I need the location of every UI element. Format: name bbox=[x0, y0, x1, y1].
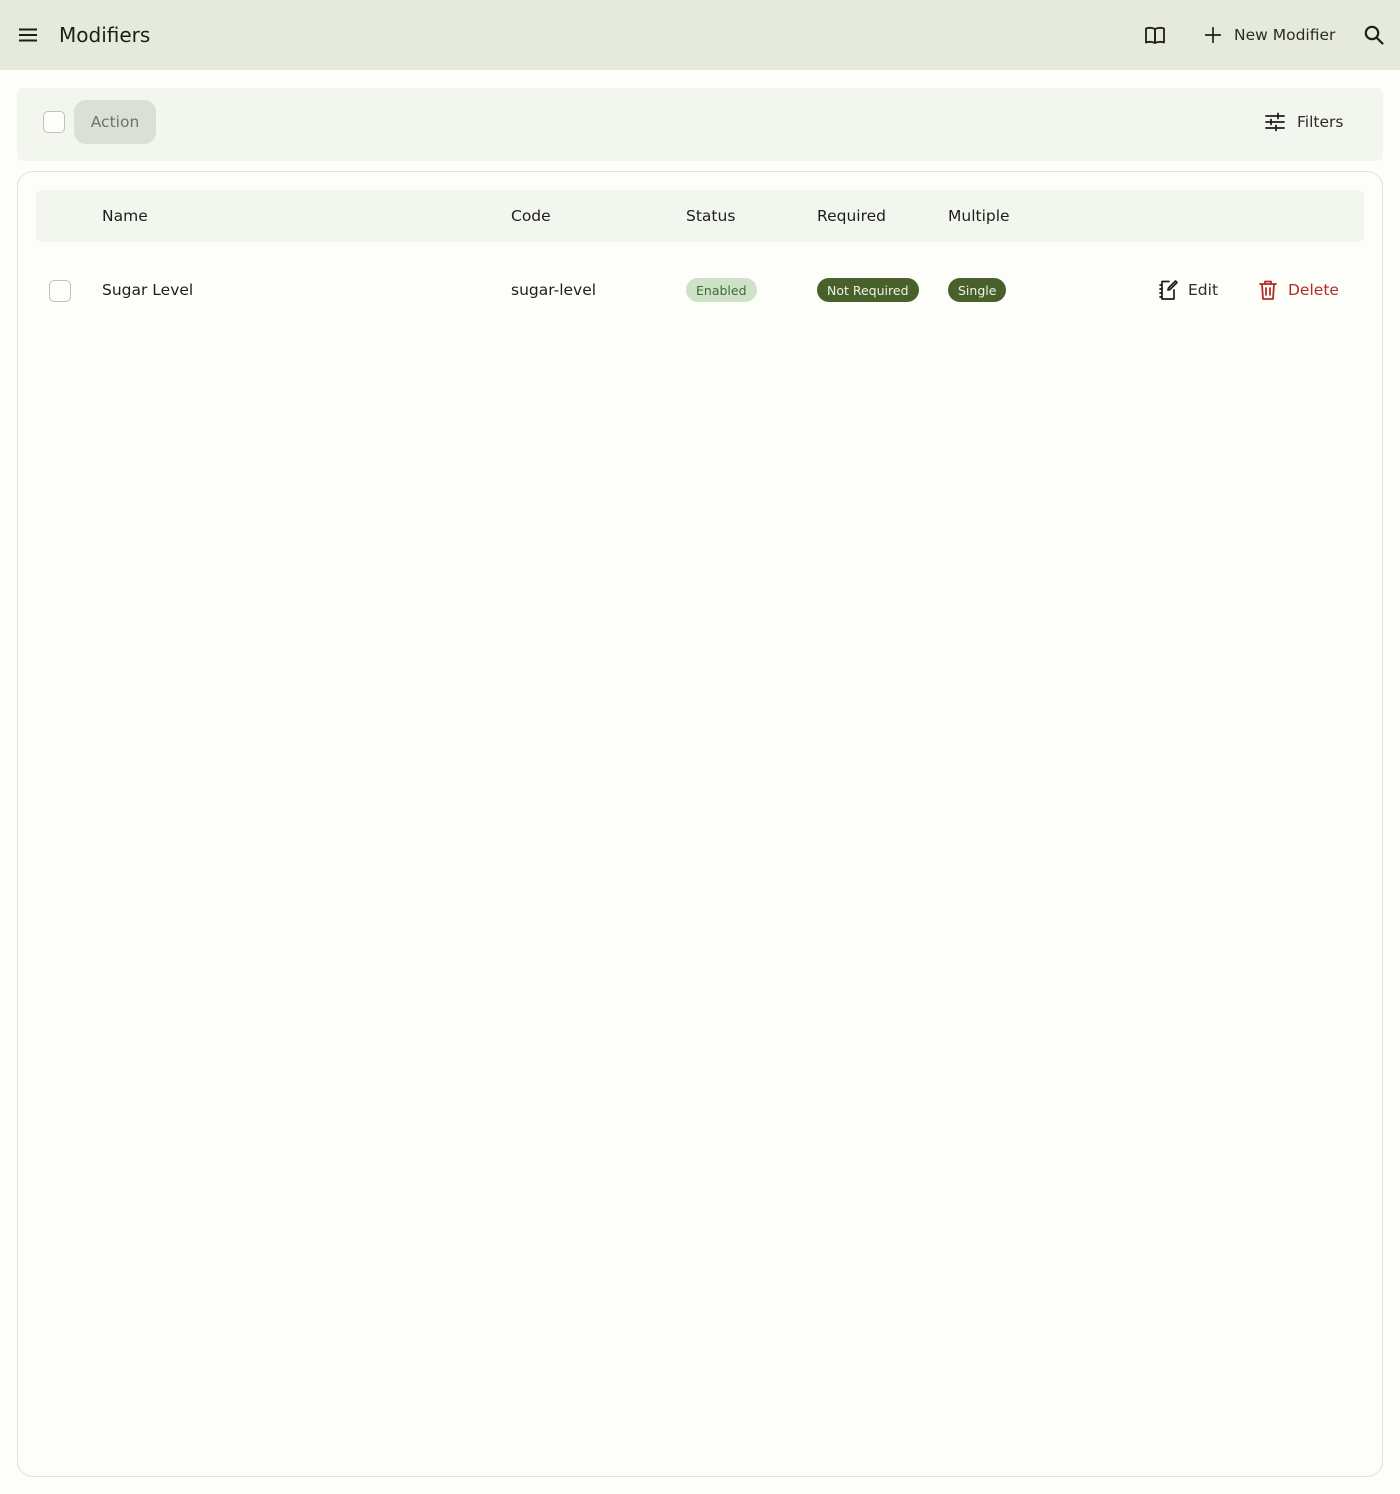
new-modifier-label: New Modifier bbox=[1234, 26, 1336, 44]
page-title: Modifiers bbox=[59, 23, 151, 47]
column-header-name[interactable]: Name bbox=[102, 206, 148, 226]
filters-label: Filters bbox=[1297, 113, 1344, 131]
column-header-code[interactable]: Code bbox=[511, 206, 551, 226]
modifiers-table-card: Name Code Status Required Multiple Sugar… bbox=[17, 171, 1383, 1477]
filter-sliders-icon bbox=[1265, 112, 1285, 132]
delete-button[interactable]: Delete bbox=[1256, 276, 1339, 304]
select-all-checkbox[interactable] bbox=[43, 111, 65, 133]
table-row: Sugar Level sugar-level Enabled Not Requ… bbox=[36, 256, 1364, 326]
required-badge: Not Required bbox=[817, 278, 919, 302]
edit-note-icon bbox=[1159, 280, 1178, 300]
modifier-code: sugar-level bbox=[511, 281, 597, 299]
plus-icon bbox=[1204, 26, 1222, 44]
search-icon bbox=[1364, 25, 1384, 45]
new-modifier-button[interactable]: New Modifier bbox=[1196, 17, 1341, 53]
edit-button[interactable]: Edit bbox=[1156, 276, 1218, 304]
filters-button[interactable]: Filters bbox=[1257, 106, 1349, 138]
row-checkbox[interactable] bbox=[49, 280, 71, 302]
menu-icon bbox=[19, 28, 37, 42]
column-header-required[interactable]: Required bbox=[817, 206, 886, 226]
column-header-status[interactable]: Status bbox=[686, 206, 735, 226]
status-badge: Enabled bbox=[686, 278, 757, 302]
docs-button[interactable] bbox=[1137, 17, 1173, 53]
multiple-badge: Single bbox=[948, 278, 1007, 302]
delete-label: Delete bbox=[1288, 281, 1339, 299]
book-icon bbox=[1145, 26, 1165, 44]
edit-label: Edit bbox=[1188, 281, 1219, 299]
action-button[interactable]: Action bbox=[74, 100, 156, 144]
column-header-multiple[interactable]: Multiple bbox=[948, 206, 1010, 226]
modifier-name: Sugar Level bbox=[102, 281, 194, 299]
table-toolbar: Action Filters bbox=[17, 88, 1383, 161]
menu-button[interactable] bbox=[10, 17, 46, 53]
top-app-bar: Modifiers New Modifier bbox=[0, 0, 1400, 70]
search-button[interactable] bbox=[1356, 17, 1392, 53]
trash-icon bbox=[1259, 280, 1277, 300]
table-header: Name Code Status Required Multiple bbox=[36, 190, 1364, 242]
